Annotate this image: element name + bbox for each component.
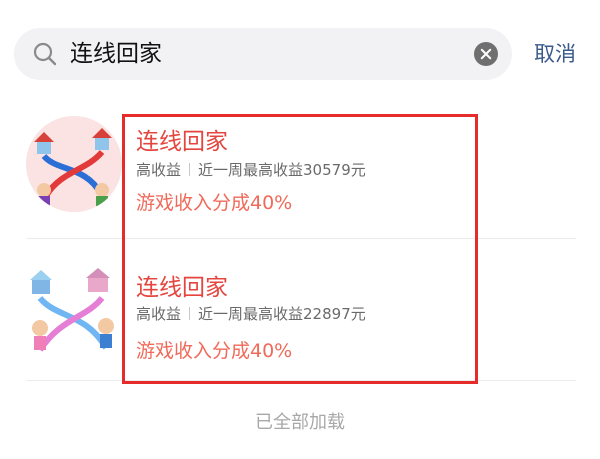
cancel-button[interactable]: 取消: [534, 28, 576, 80]
highlight-annotation-box: [122, 114, 478, 384]
game-thumbnail: [26, 116, 122, 212]
search-icon: [33, 42, 57, 66]
game-thumbnail: [30, 268, 114, 352]
clear-search-button[interactable]: [474, 42, 498, 66]
search-input[interactable]: 连线回家: [70, 28, 162, 80]
load-complete-label: 已全部加载: [255, 412, 345, 433]
search-bar[interactable]: 连线回家: [14, 28, 512, 80]
